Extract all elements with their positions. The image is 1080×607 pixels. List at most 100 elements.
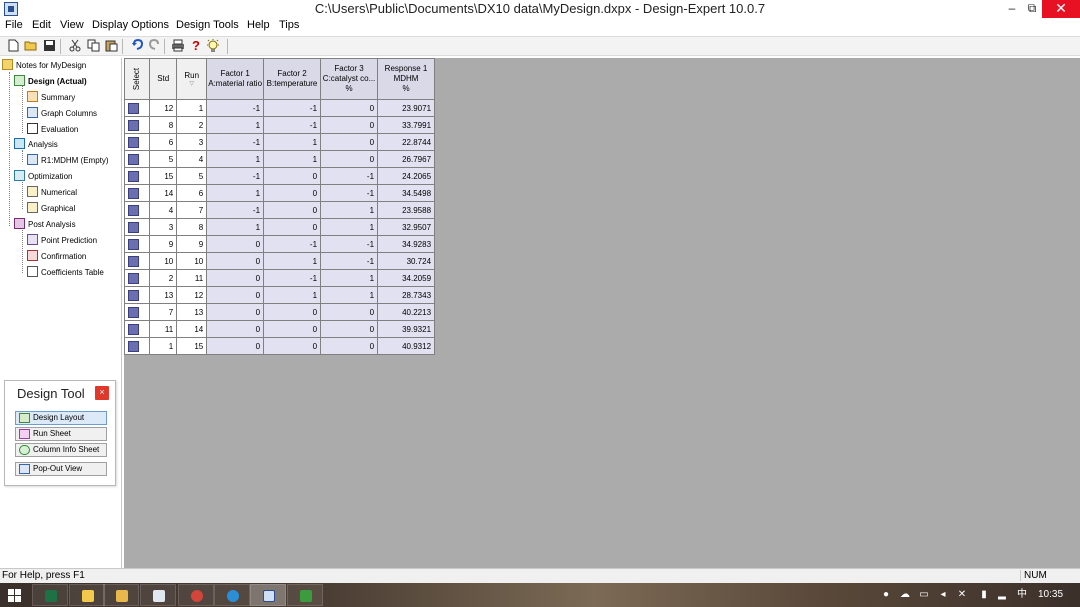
taskbar-app-design-expert[interactable] [250, 584, 286, 606]
row-select-cell[interactable] [123, 303, 151, 321]
design-layout-button[interactable]: Design Layout [15, 411, 107, 425]
factor-c-cell[interactable]: 0 [320, 150, 379, 168]
factor-b-cell[interactable]: 0 [263, 303, 322, 321]
factor-c-cell[interactable]: -1 [320, 252, 379, 270]
design-tool-close-button[interactable]: × [95, 386, 109, 400]
tree-item-evaluation[interactable]: Evaluation [27, 123, 78, 138]
run-cell[interactable]: 9 [176, 235, 208, 253]
tree-item-optimization[interactable]: Optimization [14, 170, 72, 185]
row-select-box[interactable] [128, 323, 139, 335]
run-cell[interactable]: 5 [176, 167, 208, 185]
factor-c-cell[interactable]: -1 [320, 167, 379, 185]
factor-b-cell[interactable]: 1 [263, 252, 322, 270]
volume-tray-icon[interactable]: ◂ [937, 589, 949, 601]
factor-a-cell[interactable]: -1 [206, 99, 265, 117]
factor-a-cell[interactable]: 0 [206, 269, 265, 287]
factor-b-cell[interactable]: 0 [263, 337, 322, 355]
menu-design-tools[interactable]: Design Tools [176, 19, 239, 31]
undo-icon[interactable] [130, 38, 144, 53]
taskbar-app-paint[interactable] [178, 584, 214, 606]
save-icon[interactable] [42, 39, 56, 53]
row-select-cell[interactable] [123, 150, 151, 168]
taskbar-app-file-explorer[interactable] [103, 584, 139, 606]
row-select-box[interactable] [128, 187, 139, 199]
taskbar-app-window[interactable] [140, 584, 176, 606]
factor-c-cell[interactable]: -1 [320, 184, 379, 202]
row-select-cell[interactable] [123, 337, 151, 355]
response-cell[interactable]: 26.7967 [377, 150, 436, 168]
run-cell[interactable]: 3 [176, 133, 208, 151]
response-cell[interactable]: 39.9321 [377, 320, 436, 338]
row-select-box[interactable] [128, 306, 139, 318]
column-header-factor1[interactable]: Factor 1 A:material ratio [206, 58, 265, 100]
row-select-cell[interactable] [123, 184, 151, 202]
tree-item-summary[interactable]: Summary [27, 91, 75, 106]
run-cell[interactable]: 12 [176, 286, 208, 304]
row-select-box[interactable] [128, 204, 139, 216]
paste-icon[interactable] [104, 39, 118, 53]
factor-b-cell[interactable]: -1 [263, 269, 322, 287]
factor-a-cell[interactable]: 0 [206, 303, 265, 321]
factor-a-cell[interactable]: 0 [206, 235, 265, 253]
factor-c-cell[interactable]: 0 [320, 320, 379, 338]
response-cell[interactable]: 40.2213 [377, 303, 436, 321]
taskbar-app-excel-green[interactable] [287, 584, 323, 606]
factor-c-cell[interactable]: 1 [320, 201, 379, 219]
row-select-cell[interactable] [123, 235, 151, 253]
column-header-std[interactable]: Std [149, 58, 178, 100]
factor-b-cell[interactable]: -1 [263, 116, 322, 134]
row-select-cell[interactable] [123, 320, 151, 338]
menu-edit[interactable]: Edit [32, 19, 51, 31]
std-cell[interactable]: 4 [149, 201, 178, 219]
column-header-select[interactable]: Select [123, 58, 151, 100]
run-cell[interactable]: 13 [176, 303, 208, 321]
tree-item-analysis[interactable]: Analysis [14, 138, 58, 153]
menu-tips[interactable]: Tips [279, 19, 299, 31]
run-cell[interactable]: 7 [176, 201, 208, 219]
factor-a-cell[interactable]: -1 [206, 133, 265, 151]
tree-item-graph-columns[interactable]: Graph Columns [27, 107, 97, 122]
menu-help[interactable]: Help [247, 19, 270, 31]
column-header-factor2[interactable]: Factor 2 B:temperature [263, 58, 322, 100]
factor-a-cell[interactable]: 1 [206, 150, 265, 168]
run-cell[interactable]: 6 [176, 184, 208, 202]
factor-b-cell[interactable]: 1 [263, 150, 322, 168]
factor-b-cell[interactable]: -1 [263, 235, 322, 253]
factor-a-cell[interactable]: 1 [206, 116, 265, 134]
response-cell[interactable]: 28.7343 [377, 286, 436, 304]
run-cell[interactable]: 14 [176, 320, 208, 338]
row-select-box[interactable] [128, 255, 139, 267]
factor-b-cell[interactable]: 0 [263, 201, 322, 219]
taskbar-app-favorites[interactable] [69, 584, 105, 606]
run-cell[interactable]: 10 [176, 252, 208, 270]
help-icon[interactable]: ? [189, 39, 203, 53]
std-cell[interactable]: 9 [149, 235, 178, 253]
response-cell[interactable]: 34.9283 [377, 235, 436, 253]
factor-c-cell[interactable]: 0 [320, 116, 379, 134]
factor-a-cell[interactable]: 0 [206, 337, 265, 355]
battery-tray-icon[interactable]: ▮ [978, 589, 990, 601]
factor-c-cell[interactable]: 1 [320, 286, 379, 304]
close-button[interactable]: ✕ [1042, 0, 1080, 18]
factor-a-cell[interactable]: -1 [206, 167, 265, 185]
row-select-box[interactable] [128, 170, 139, 182]
std-cell[interactable]: 15 [149, 167, 178, 185]
response-cell[interactable]: 32.9507 [377, 218, 436, 236]
factor-a-cell[interactable]: 1 [206, 218, 265, 236]
std-cell[interactable]: 6 [149, 133, 178, 151]
menu-view[interactable]: View [60, 19, 84, 31]
tree-item-graphical[interactable]: Graphical [27, 202, 75, 217]
factor-c-cell[interactable]: 0 [320, 303, 379, 321]
copy-icon[interactable] [86, 39, 100, 53]
run-cell[interactable]: 2 [176, 116, 208, 134]
tree-item-coefficients-table[interactable]: Coefficients Table [27, 266, 104, 281]
std-cell[interactable]: 10 [149, 252, 178, 270]
factor-b-cell[interactable]: 0 [263, 184, 322, 202]
message-tray-icon[interactable]: ▭ [918, 589, 930, 601]
factor-a-cell[interactable]: 0 [206, 252, 265, 270]
factor-a-cell[interactable]: 0 [206, 320, 265, 338]
row-select-box[interactable] [128, 221, 139, 233]
signal-tray-icon[interactable]: ▂ [996, 589, 1008, 601]
factor-c-cell[interactable]: 1 [320, 269, 379, 287]
factor-b-cell[interactable]: 0 [263, 167, 322, 185]
